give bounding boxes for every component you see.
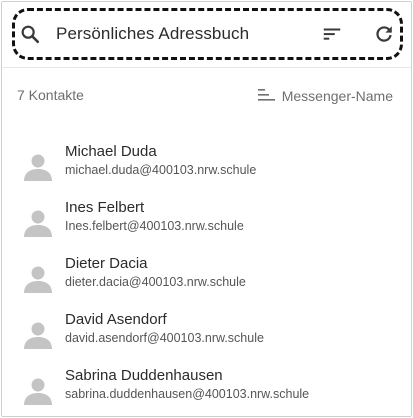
contact-email: michael.duda@400103.nrw.schule	[65, 163, 257, 177]
contact-count: 7 Kontakte	[17, 87, 84, 103]
contact-email: Ines.felbert@400103.nrw.schule	[65, 219, 244, 233]
contact-name: Ines Felbert	[65, 199, 145, 216]
contact-email: david.asendorf@400103.nrw.schule	[65, 331, 264, 345]
avatar-icon	[22, 207, 54, 239]
page-title: Persönliches Adressbuch	[56, 24, 250, 43]
sort-mode-button[interactable]: Messenger-Name	[257, 86, 393, 106]
avatar-icon	[22, 151, 54, 183]
avatar-icon	[22, 263, 54, 295]
header-bar: Persönliches Adressbuch	[2, 2, 411, 68]
contact-name: Dieter Dacia	[65, 255, 148, 272]
contact-name: David Asendorf	[65, 311, 167, 328]
contact-item[interactable]: Michael Duda michael.duda@400103.nrw.sch…	[2, 141, 411, 197]
contact-name: Michael Duda	[65, 143, 157, 160]
contact-item[interactable]: Ines Felbert Ines.felbert@400103.nrw.sch…	[2, 197, 411, 253]
sort-mode-icon	[257, 88, 276, 105]
contact-item[interactable]: David Asendorf david.asendorf@400103.nrw…	[2, 309, 411, 365]
contact-item[interactable]: Dieter Dacia dieter.dacia@400103.nrw.sch…	[2, 253, 411, 309]
sort-mode-label: Messenger-Name	[281, 88, 393, 104]
sort-icon[interactable]	[319, 21, 345, 47]
avatar-icon	[22, 319, 54, 351]
contact-email: dieter.dacia@400103.nrw.schule	[65, 275, 246, 289]
address-book-panel: Persönliches Adressbuch 7 Kontakte Messe	[1, 1, 412, 417]
avatar-icon	[22, 375, 54, 407]
refresh-icon[interactable]	[371, 21, 397, 47]
search-icon[interactable]	[17, 21, 43, 47]
contact-item[interactable]: Sabrina Duddenhausen sabrina.duddenhause…	[2, 365, 411, 416]
contact-email: sabrina.duddenhausen@400103.nrw.schule	[65, 387, 310, 401]
contact-name: Sabrina Duddenhausen	[65, 367, 223, 384]
